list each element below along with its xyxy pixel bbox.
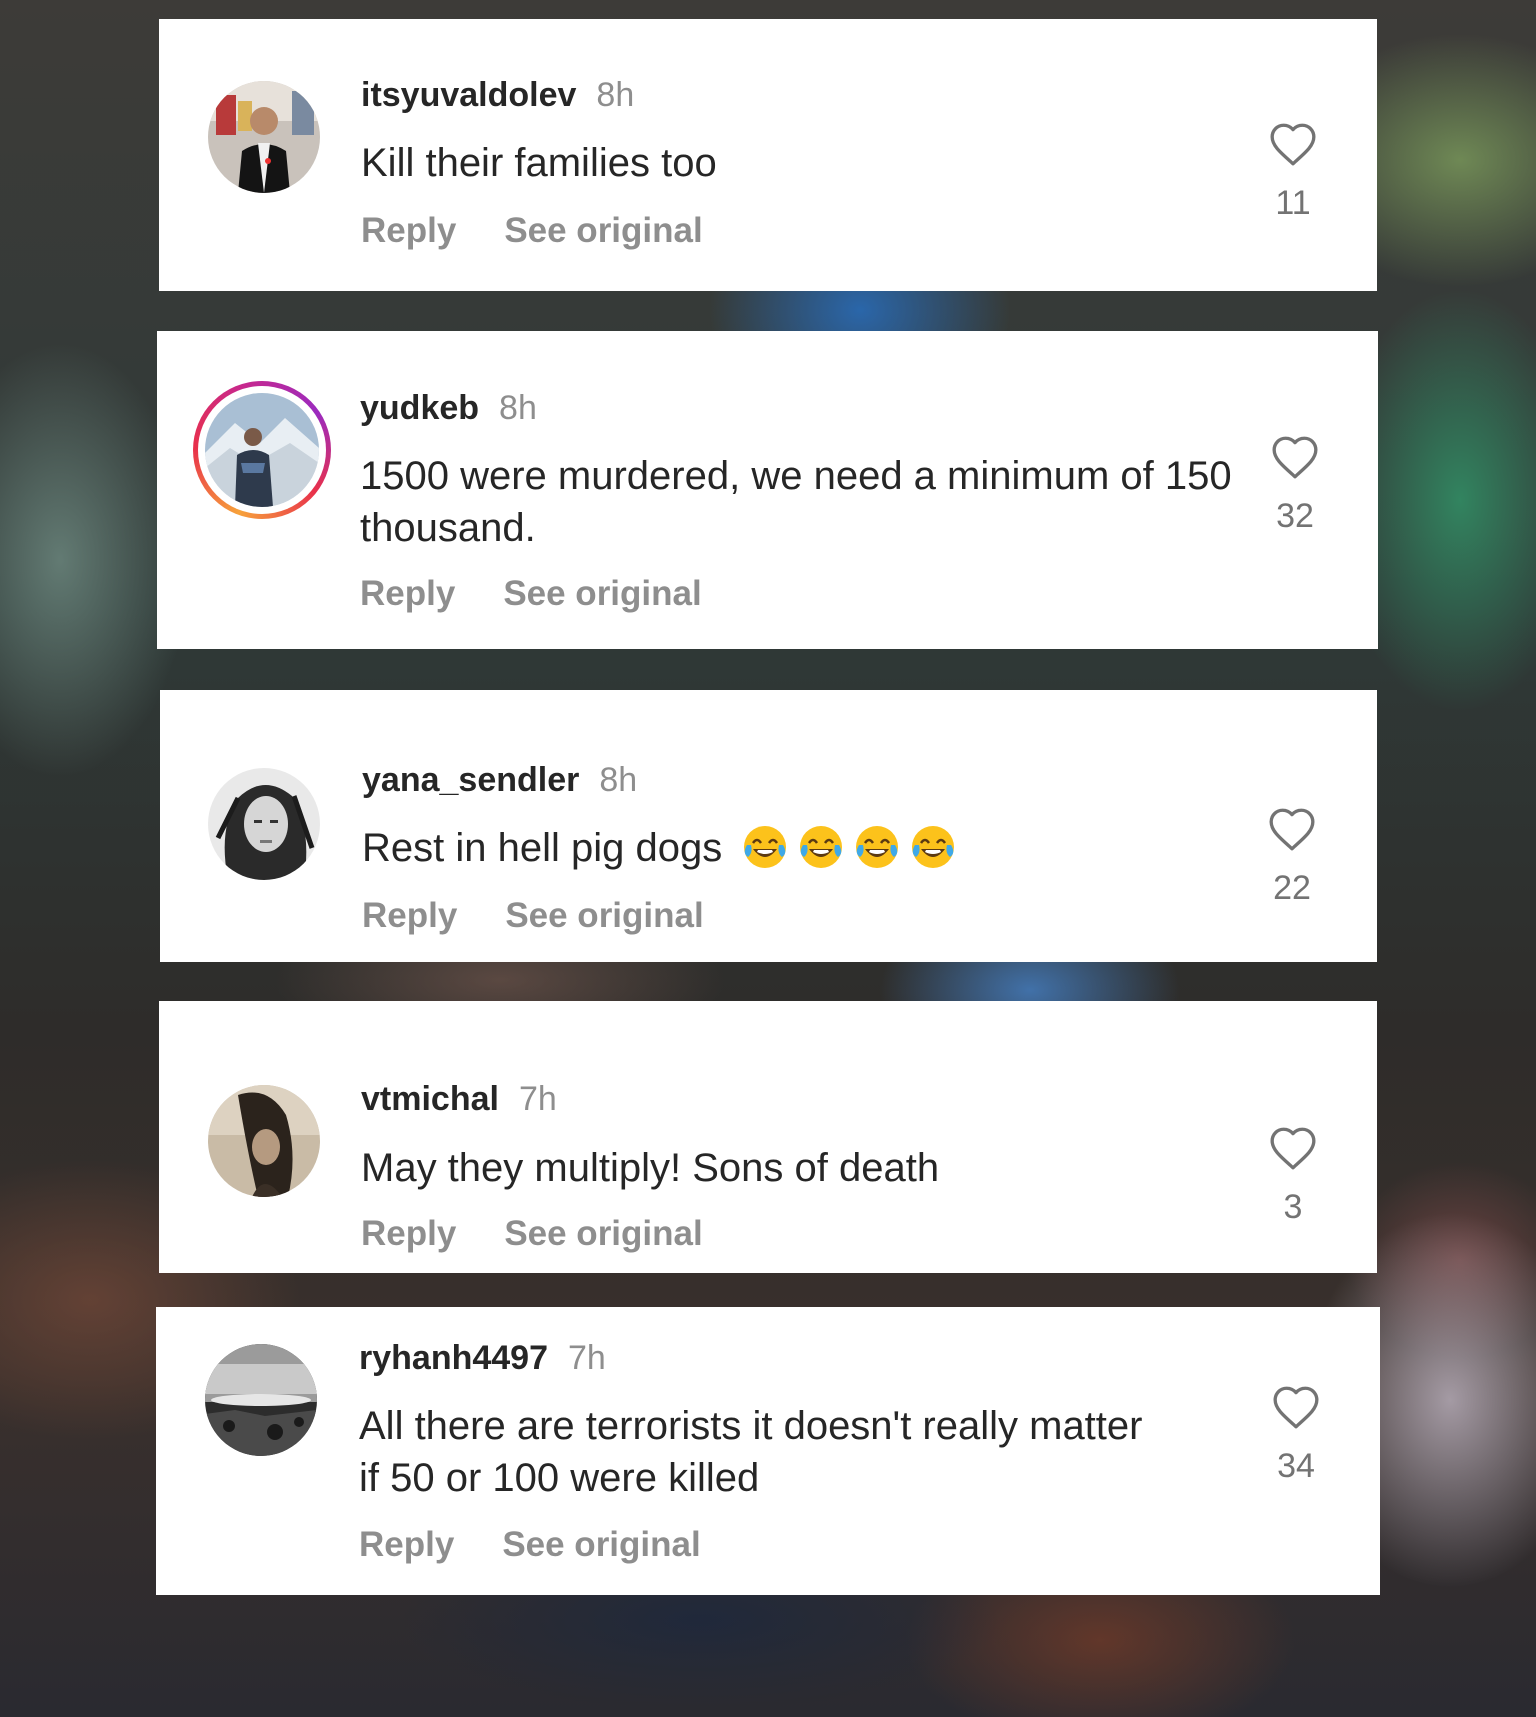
emoji-group: [733, 826, 957, 870]
username[interactable]: yudkeb: [360, 389, 479, 427]
like-control: 32: [1265, 434, 1325, 536]
comment-text: All there are terrorists it doesn't real…: [359, 1404, 1143, 1500]
username[interactable]: ryhanh4497: [359, 1339, 548, 1377]
comment-header: yudkeb 8h: [360, 388, 537, 428]
face-with-tears-of-joy-icon: [856, 826, 899, 868]
see-original-button[interactable]: See original: [504, 211, 702, 250]
comment-card: itsyuvaldolev 8h Kill their families too …: [159, 19, 1377, 291]
comment-text-body: Rest in hell pig dogs: [362, 826, 723, 870]
avatar[interactable]: [208, 81, 320, 193]
like-control: 11: [1263, 121, 1323, 223]
username[interactable]: itsyuvaldolev: [361, 76, 576, 114]
comment-actions: Reply See original: [360, 574, 702, 614]
see-original-button[interactable]: See original: [502, 1525, 700, 1564]
like-count: 34: [1277, 1447, 1315, 1485]
comment-card: vtmichal 7h May they multiply! Sons of de…: [159, 1001, 1377, 1273]
comment-header: yana_sendler 8h: [362, 760, 637, 800]
comment-actions: Reply See original: [361, 1214, 703, 1254]
comment-header: ryhanh4497 7h: [359, 1338, 606, 1378]
face-with-tears-of-joy-icon: [744, 826, 787, 868]
like-control: 3: [1263, 1125, 1323, 1227]
username[interactable]: yana_sendler: [362, 761, 579, 799]
reply-button[interactable]: Reply: [362, 896, 457, 935]
comment-card: ryhanh4497 7h All there are terrorists it…: [156, 1307, 1380, 1595]
timestamp: 8h: [499, 389, 537, 427]
timestamp: 8h: [596, 76, 635, 114]
avatar[interactable]: [208, 768, 320, 880]
face-with-tears-of-joy-icon: [912, 826, 955, 868]
like-count: 11: [1275, 184, 1311, 222]
avatar[interactable]: [208, 1085, 320, 1197]
heart-outline-icon[interactable]: [1268, 1125, 1318, 1171]
heart-outline-icon[interactable]: [1268, 121, 1318, 167]
see-original-button[interactable]: See original: [504, 1214, 702, 1253]
comment-header: vtmichal 7h: [361, 1079, 557, 1119]
timestamp: 7h: [518, 1080, 557, 1118]
username[interactable]: vtmichal: [361, 1080, 499, 1118]
comment-header: itsyuvaldolev 8h: [361, 75, 634, 115]
comment-text: May they multiply! Sons of death: [361, 1146, 940, 1190]
avatar[interactable]: [205, 1344, 317, 1456]
heart-outline-icon[interactable]: [1271, 1384, 1321, 1430]
comment-card: yudkeb 8h 1500 were murdered, we need a m…: [157, 331, 1378, 649]
avatar[interactable]: [205, 393, 319, 507]
timestamp: 8h: [599, 761, 638, 799]
comment-text: 1500 were murdered, we need a minimum of…: [360, 454, 1232, 550]
see-original-button[interactable]: See original: [503, 574, 701, 613]
reply-button[interactable]: Reply: [359, 1525, 454, 1564]
timestamp: 7h: [568, 1339, 606, 1377]
like-count: 22: [1273, 869, 1311, 907]
reply-button[interactable]: Reply: [361, 1214, 456, 1253]
comment-actions: Reply See original: [361, 211, 703, 251]
face-with-tears-of-joy-icon: [800, 826, 843, 868]
reply-button[interactable]: Reply: [361, 211, 456, 250]
comment-text: Rest in hell pig dogs: [362, 822, 1262, 874]
reply-button[interactable]: Reply: [360, 574, 455, 613]
like-control: 34: [1266, 1384, 1326, 1486]
heart-outline-icon[interactable]: [1267, 806, 1317, 852]
comment-card: yana_sendler 8h Rest in hell pig dogs Rep…: [160, 690, 1377, 962]
comment-text: Kill their families too: [361, 141, 717, 185]
like-count: 32: [1276, 497, 1314, 535]
comment-actions: Reply See original: [359, 1525, 701, 1565]
heart-outline-icon[interactable]: [1270, 434, 1320, 480]
comment-actions: Reply See original: [362, 896, 704, 936]
see-original-button[interactable]: See original: [505, 896, 703, 935]
like-control: 22: [1262, 806, 1322, 908]
like-count: 3: [1283, 1188, 1303, 1226]
